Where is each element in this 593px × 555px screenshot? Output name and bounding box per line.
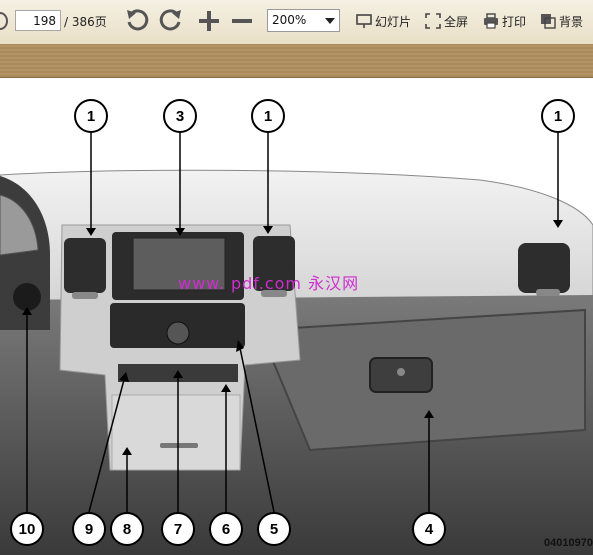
page-number-input[interactable] xyxy=(15,10,61,31)
callout-label-1b: 1 xyxy=(264,108,272,125)
fullscreen-icon xyxy=(425,13,441,29)
callout-label-4: 4 xyxy=(425,521,434,538)
background-icon xyxy=(541,14,556,29)
chevron-down-icon xyxy=(325,18,335,24)
callout-label-10: 10 xyxy=(19,521,36,538)
background-label: 背景 xyxy=(559,14,584,29)
page-total-label: / 386页 xyxy=(64,15,107,29)
callout-label-5: 5 xyxy=(270,521,278,538)
callout-label-1c: 1 xyxy=(554,108,562,125)
fullscreen-button[interactable]: 全屏 xyxy=(425,11,468,31)
slideshow-label: 幻灯片 xyxy=(375,14,412,29)
callout-label-6: 6 xyxy=(222,521,230,538)
viewer-toolbar: / 386页 200% 幻灯片 全屏 打印 xyxy=(0,0,593,45)
callout-label-3: 3 xyxy=(176,108,184,125)
background-button[interactable]: 背景 xyxy=(540,11,583,31)
callout-label-1a: 1 xyxy=(87,108,95,125)
dashboard-illustration: 1 3 1 1 10 9 8 7 6 5 4 xyxy=(0,99,593,555)
callout-label-9: 9 xyxy=(85,521,93,538)
watermark-text: www. pdf.com 永汉网 xyxy=(178,274,360,293)
slideshow-icon xyxy=(356,14,372,28)
zoom-value: 200% xyxy=(272,13,307,27)
callout-label-7: 7 xyxy=(174,521,182,538)
zoom-in-icon[interactable] xyxy=(195,7,223,35)
slideshow-button[interactable]: 幻灯片 xyxy=(356,11,411,31)
circle-icon[interactable] xyxy=(0,12,8,30)
figure-code: 04010970 xyxy=(544,537,593,549)
callout-label-8: 8 xyxy=(123,521,131,538)
printer-icon xyxy=(484,13,498,29)
zoom-select[interactable]: 200% xyxy=(267,9,340,32)
fullscreen-label: 全屏 xyxy=(444,14,469,29)
zoom-out-icon[interactable] xyxy=(228,7,256,35)
page-header-band xyxy=(0,44,593,78)
rotate-left-icon[interactable] xyxy=(123,7,151,35)
print-label: 打印 xyxy=(502,14,527,29)
rotate-right-icon[interactable] xyxy=(157,7,185,35)
print-button[interactable]: 打印 xyxy=(483,11,526,31)
